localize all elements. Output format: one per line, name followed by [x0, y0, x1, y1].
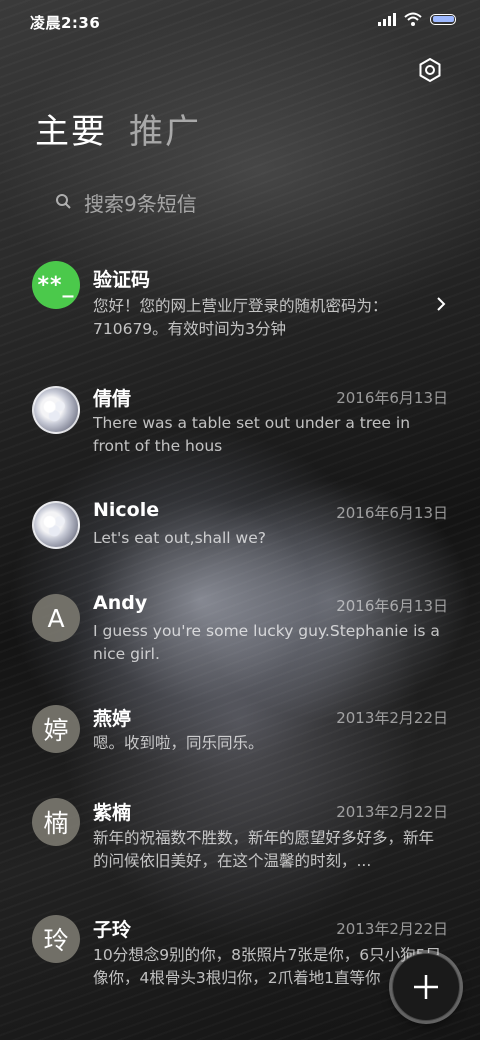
avatar: 婷: [32, 705, 80, 753]
signal-icon: [378, 12, 396, 26]
battery-level: [432, 16, 454, 22]
avatar: [32, 386, 80, 434]
message-date: 2013年2月22日: [336, 709, 448, 727]
message-date: 2016年6月13日: [336, 504, 448, 522]
message-preview: 嗯。收到啦，同乐同乐。: [93, 734, 264, 752]
settings-icon: [419, 57, 441, 83]
avatar: **_: [32, 261, 80, 309]
status-icons: [378, 12, 456, 26]
avatar: 玲: [32, 915, 80, 963]
message-preview: Let's eat out,shall we?: [93, 529, 266, 547]
message-preview: There was a table set out under a tree i…: [93, 414, 411, 455]
plus-icon: [414, 975, 438, 999]
contact-name: 验证码: [93, 269, 151, 291]
avatar: 楠: [32, 798, 80, 846]
message-preview: 新年的祝福数不胜数，新年的愿望好多好多，新年的问候依旧美好，在这个温馨的时刻，.…: [93, 829, 435, 870]
message-date: 2013年2月22日: [336, 803, 448, 821]
conversation-item-qianqian[interactable]: 倩倩 2016年6月13日 There was a table set out …: [0, 380, 480, 480]
contact-name: 紫楠: [93, 802, 132, 824]
tab-promotions[interactable]: 推广: [129, 110, 201, 154]
chevron-right-icon[interactable]: [434, 297, 448, 311]
search-icon: [56, 194, 71, 209]
avatar: A: [32, 594, 80, 642]
message-preview: I guess you're some lucky guy.Stephanie …: [93, 622, 440, 663]
tab-primary[interactable]: 主要: [35, 110, 107, 154]
contact-name: Andy: [93, 592, 148, 614]
conversation-item-verification[interactable]: **_ 验证码 您好！您的网上营业厅登录的随机密码为：710679。有效时间为3…: [0, 255, 480, 355]
tab-bar: 主要 推广: [35, 110, 201, 154]
message-date: 2013年2月22日: [336, 920, 448, 938]
message-date: 2016年6月13日: [336, 597, 448, 615]
message-date: 2016年6月13日: [336, 389, 448, 407]
message-preview: 您好！您的网上营业厅登录的随机密码为：710679。有效时间为3分钟: [93, 297, 388, 338]
search-bar[interactable]: 搜索9条短信: [48, 184, 440, 220]
new-message-button[interactable]: [392, 953, 460, 1021]
contact-name: 燕婷: [93, 708, 132, 730]
conversation-item-zinan[interactable]: 楠 紫楠 2013年2月22日 新年的祝福数不胜数，新年的愿望好多好多，新年的问…: [0, 798, 480, 898]
contact-name: 倩倩: [93, 388, 132, 410]
wifi-icon: [404, 12, 422, 26]
contact-name: 子玲: [93, 919, 132, 941]
settings-button[interactable]: [416, 56, 444, 84]
status-time: 凌晨2:36: [30, 14, 101, 32]
conversation-item-yanting[interactable]: 婷 燕婷 2013年2月22日 嗯。收到啦，同乐同乐。: [0, 705, 480, 775]
battery-icon: [430, 13, 456, 25]
search-placeholder: 搜索9条短信: [84, 191, 197, 216]
avatar: [32, 501, 80, 549]
conversation-item-nicole[interactable]: Nicole 2016年6月13日 Let's eat out,shall we…: [0, 495, 480, 565]
conversation-item-andy[interactable]: A Andy 2016年6月13日 I guess you're some lu…: [0, 588, 480, 688]
contact-name: Nicole: [93, 499, 160, 521]
status-bar: 凌晨2:36: [0, 0, 480, 42]
